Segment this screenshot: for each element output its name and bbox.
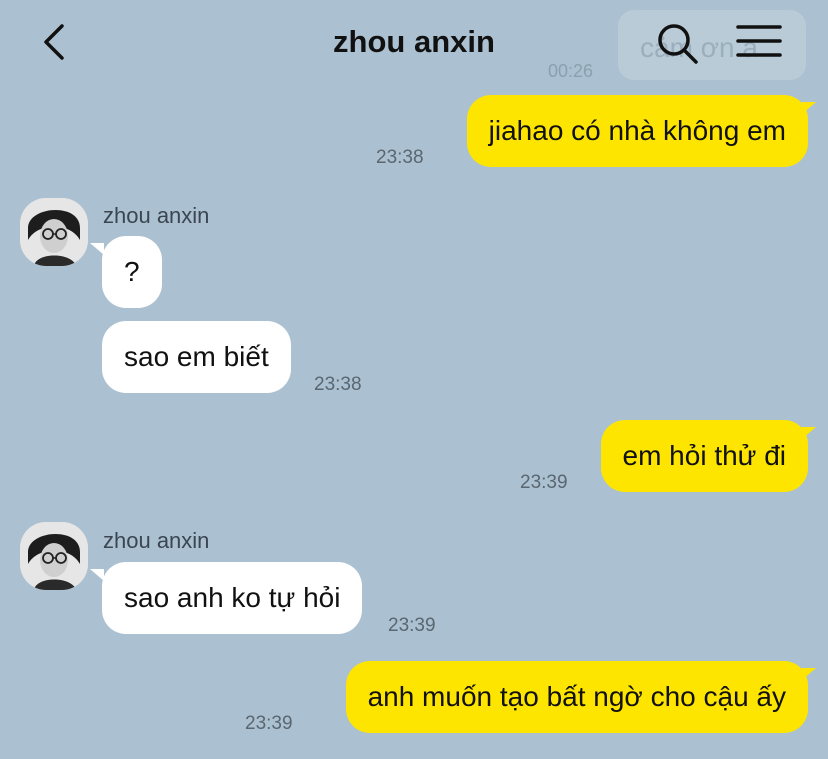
profile-photo-icon <box>20 522 88 590</box>
search-button[interactable] <box>656 22 700 66</box>
search-icon <box>658 24 698 64</box>
message-timestamp: 23:39 <box>520 472 568 493</box>
profile-photo-icon <box>20 198 88 266</box>
bubble-tail <box>90 569 104 581</box>
incoming-message-bubble[interactable]: ? <box>102 236 162 308</box>
faded-message-time: 00:26 <box>548 61 594 81</box>
incoming-message-bubble[interactable]: sao em biết <box>102 321 291 393</box>
bubble-tail <box>802 427 816 439</box>
sender-name: zhou anxin <box>103 203 210 228</box>
bubble-tail <box>802 102 816 114</box>
chat-title: zhou anxin <box>333 24 495 59</box>
avatar[interactable] <box>20 198 88 266</box>
outgoing-message-bubble[interactable]: jiahao có nhà không em <box>466 95 808 167</box>
message-timestamp: 23:38 <box>314 374 362 395</box>
hamburger-menu-icon <box>736 25 782 57</box>
chat-header: cảm ơn a 00:26 zhou anxin <box>0 0 828 86</box>
avatar[interactable] <box>20 522 88 590</box>
bubble-tail <box>90 243 104 255</box>
outgoing-message-bubble[interactable]: anh muốn tạo bất ngờ cho cậu ấy <box>345 661 808 733</box>
message-timestamp: 23:39 <box>388 615 436 636</box>
outgoing-message-bubble[interactable]: em hỏi thử đi <box>600 420 808 492</box>
message-timestamp: 23:38 <box>376 147 424 168</box>
sender-name: zhou anxin <box>103 528 210 553</box>
message-timestamp: 23:39 <box>245 713 293 734</box>
bubble-tail <box>802 668 816 680</box>
incoming-message-bubble[interactable]: sao anh ko tự hỏi <box>102 562 363 634</box>
menu-button[interactable] <box>736 22 782 62</box>
